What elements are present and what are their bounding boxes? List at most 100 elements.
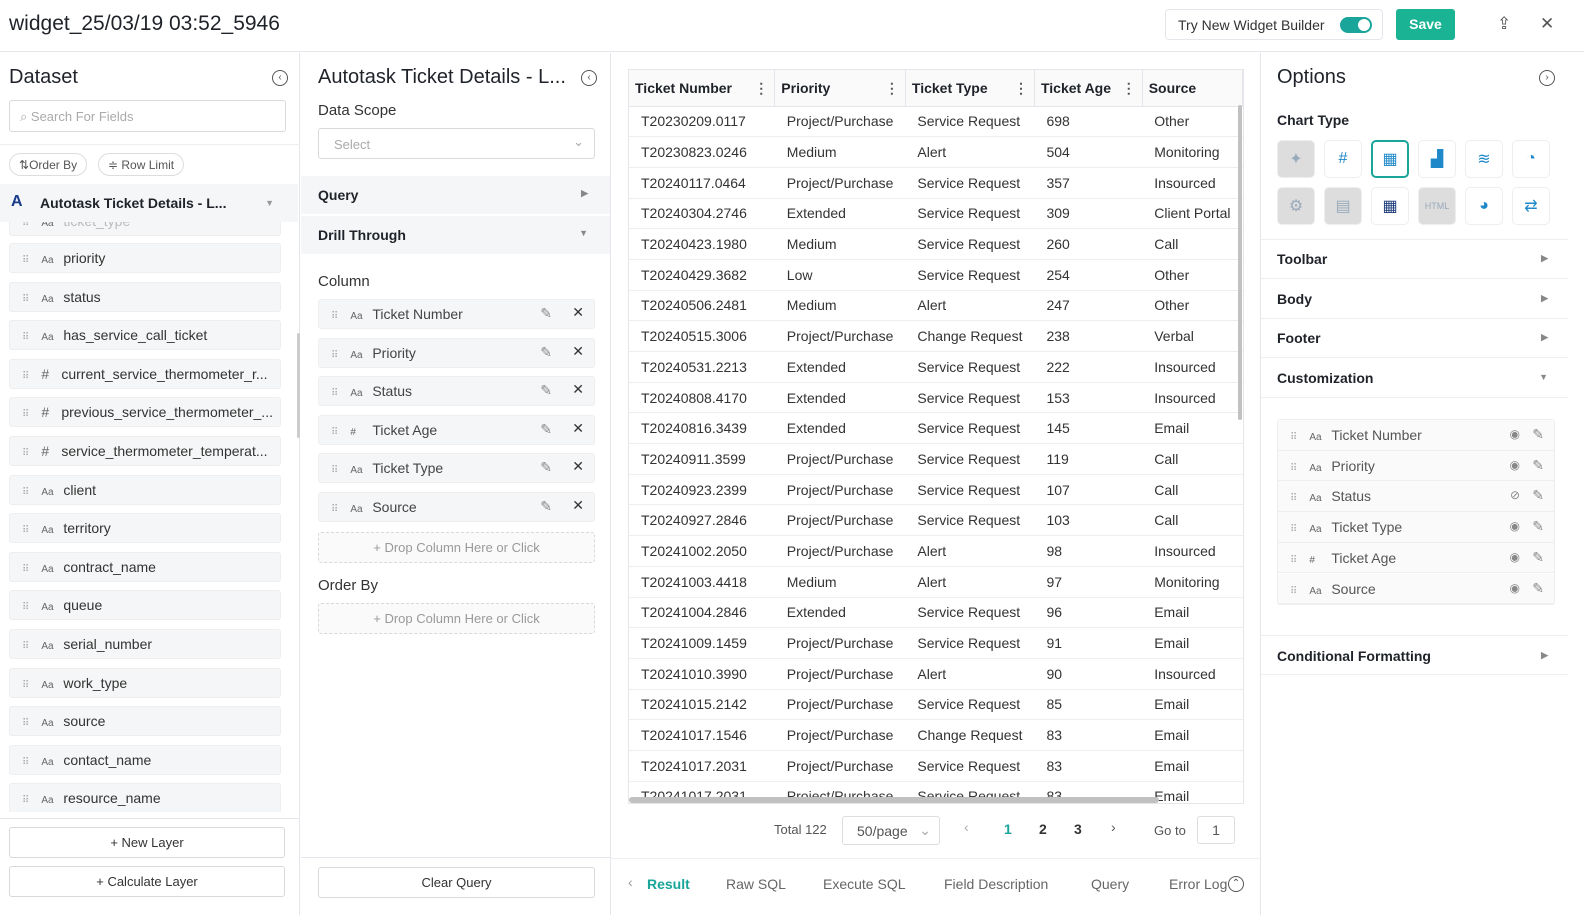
order-by-drop-zone[interactable]: + Drop Column Here or Click (318, 603, 595, 634)
column-drop-zone[interactable]: + Drop Column Here or Click (318, 532, 595, 563)
drag-handle-icon[interactable]: ⠿ (331, 350, 338, 361)
edit-icon[interactable]: ✎ (540, 459, 552, 476)
drag-handle-icon[interactable]: ⠿ (22, 602, 29, 613)
drag-handle-icon[interactable]: ⠿ (1290, 586, 1297, 597)
bar-chart-icon[interactable]: ▟ (1418, 140, 1456, 178)
conditional-formatting-section[interactable]: Conditional Formatting ▶ (1261, 635, 1568, 675)
field-item[interactable]: ⠿ Aa status (9, 281, 281, 312)
collapse-icon[interactable]: › (1539, 70, 1555, 86)
drag-handle-icon[interactable]: ⠿ (1290, 432, 1297, 443)
table-row[interactable]: T20230823.0246 Medium Alert 504 Monitoring (629, 136, 1243, 168)
table-row[interactable]: T20241017.2031Project/PurchaseService Re… (629, 750, 1243, 782)
drag-handle-icon[interactable]: ⠿ (1290, 555, 1297, 566)
field-item[interactable]: ⠿ Aa client (9, 474, 281, 505)
table-row[interactable]: T20240506.2481 Medium Alert 247 Other (629, 290, 1243, 322)
drag-handle-icon[interactable]: ⠿ (22, 757, 29, 768)
query-section[interactable]: Query ▶ (301, 176, 610, 214)
drag-handle-icon[interactable]: ⠿ (22, 525, 29, 536)
collapse-icon[interactable]: ‹ (581, 70, 597, 86)
eye-icon[interactable]: ◉ (1510, 458, 1520, 472)
edit-icon[interactable]: ✎ (540, 305, 552, 322)
edit-icon[interactable]: ✎ (540, 421, 552, 438)
table-row[interactable]: T20240515.3006 Project/Purchase Change Req… (629, 320, 1243, 352)
close-icon[interactable]: ✕ (1540, 14, 1554, 34)
tab-error-log[interactable]: Error Log (1169, 876, 1227, 892)
calculate-layer-button[interactable]: + Calculate Layer (9, 866, 285, 897)
eye-icon[interactable]: ◉ (1510, 581, 1520, 595)
table-row[interactable]: T20241015.2142 Project/Purchase Service Re… (629, 689, 1243, 721)
remove-icon[interactable]: ✕ (572, 304, 584, 321)
drag-handle-icon[interactable]: ⠿ (22, 448, 29, 459)
table-row[interactable]: T20241004.2846 Extended Service Request 96 E… (629, 597, 1243, 629)
column-item[interactable]: ⠿ # Ticket Age ✎ ✕ (318, 414, 595, 445)
edit-icon[interactable]: ✎ (1532, 518, 1544, 535)
column-item[interactable]: ⠿ Aa Ticket Number ✎ ✕ (318, 299, 595, 329)
new-layer-button[interactable]: + New Layer (9, 827, 285, 858)
edit-icon[interactable]: ✎ (1532, 487, 1544, 504)
section-customization[interactable]: Customization ▼ (1261, 358, 1568, 398)
drag-handle-icon[interactable]: ⠿ (331, 311, 338, 322)
table-row[interactable]: T20241002.2050 Project/Purchase Alert 98 Ins… (629, 535, 1243, 567)
ai-chart-icon[interactable]: ✦ (1277, 140, 1315, 178)
eye-off-icon[interactable]: ⊘ (1510, 488, 1520, 502)
table-row[interactable]: T20240808.4170 Extended Service Request 153… (629, 382, 1243, 414)
customization-item[interactable]: ⠿ Aa Status ⊘ ✎ (1278, 481, 1554, 512)
column-menu-icon[interactable]: ⋮ (1122, 80, 1136, 97)
field-item[interactable]: ⠿ # current_service_thermometer_r... (9, 358, 281, 389)
drag-handle-icon[interactable]: ⠿ (22, 564, 29, 575)
field-item[interactable]: ⠿ Aa priority (9, 243, 281, 273)
eye-icon[interactable]: ◉ (1510, 427, 1520, 441)
drag-handle-icon[interactable]: ⠿ (22, 487, 29, 498)
section-body[interactable]: Body ▶ (1261, 279, 1568, 319)
edit-icon[interactable]: ✎ (1532, 457, 1544, 474)
customization-item[interactable]: ⠿ Aa Ticket Type ◉ ✎ (1278, 512, 1554, 543)
field-item[interactable]: ⠿ Aa contract_name (9, 551, 281, 582)
edit-icon[interactable]: ✎ (1532, 549, 1544, 566)
field-item[interactable]: ⠿Aaticket_type (9, 222, 281, 236)
field-item[interactable]: ⠿ # service_thermometer_temperat... (9, 436, 281, 466)
table-row[interactable]: T20240816.3439 Extended Service Request 145… (629, 412, 1243, 445)
tab-field-description[interactable]: Field Description (944, 876, 1048, 892)
remove-icon[interactable]: ✕ (572, 458, 584, 475)
section-toolbar[interactable]: Toolbar ▶ (1261, 239, 1568, 279)
remove-icon[interactable]: ✕ (572, 381, 584, 398)
drill-through-section[interactable]: Drill Through ▼ (301, 216, 610, 254)
table-row[interactable]: T20240923.2399 Project/Purchase Service Re… (629, 474, 1243, 506)
collapse-icon[interactable]: ‹ (272, 70, 288, 86)
heatmap-icon[interactable]: ▦ (1371, 187, 1409, 225)
tab-result[interactable]: Result (647, 876, 690, 892)
drag-handle-icon[interactable]: ⠿ (22, 409, 29, 420)
column-menu-icon[interactable]: ⋮ (754, 80, 768, 97)
table-row[interactable]: T20241003.4418 Medium Alert 97 Monitoring (629, 566, 1243, 598)
try-new-widget-builder[interactable]: Try New Widget Builder (1165, 9, 1383, 40)
table-row[interactable]: T20240423.1980 Medium Service Request 260 Ca… (629, 228, 1243, 260)
table-chart-icon[interactable]: ▦ (1371, 140, 1409, 178)
row-limit-button[interactable]: ≑ Row Limit (98, 153, 185, 176)
drag-handle-icon[interactable]: ⠿ (1290, 493, 1297, 504)
document-icon[interactable]: ▤ (1324, 187, 1362, 225)
drag-handle-icon[interactable]: ⠿ (22, 294, 29, 305)
edit-icon[interactable]: ✎ (1532, 426, 1544, 443)
drag-handle-icon[interactable]: ⠿ (331, 388, 338, 399)
drag-handle-icon[interactable]: ⠿ (1290, 463, 1297, 474)
table-row[interactable]: T20241017.1546 Project/Purchase Change Req… (629, 719, 1243, 751)
share-icon[interactable]: ⇪ (1497, 14, 1511, 34)
drag-handle-icon[interactable]: ⠿ (22, 371, 29, 382)
drag-handle-icon[interactable]: ⠿ (22, 718, 29, 729)
vertical-scrollbar[interactable] (1238, 105, 1242, 420)
column-menu-icon[interactable]: ⋮ (885, 80, 899, 97)
customization-item[interactable]: ⠿ Aa Source ◉ ✎ (1278, 573, 1554, 604)
layout-switch-icon[interactable]: ⇄ (1512, 187, 1550, 225)
next-page-icon[interactable]: › (1111, 819, 1116, 835)
column-header[interactable]: Ticket Age ⋮ (1034, 70, 1143, 107)
pie-chart-icon[interactable]: ◕ (1465, 187, 1503, 225)
number-card-icon[interactable]: # (1324, 140, 1362, 178)
expand-icon[interactable]: ⌃ (1228, 876, 1244, 892)
tabs-scroll-left-icon[interactable]: ‹ (628, 874, 633, 890)
tab-raw-sql[interactable]: Raw SQL (726, 876, 786, 892)
customization-item[interactable]: ⠿ # Ticket Age ◉ ✎ (1278, 542, 1554, 574)
search-input[interactable]: ⌕ Search For Fields (9, 100, 286, 132)
gauge-chart-icon[interactable]: ◔ (1512, 140, 1550, 178)
page-3[interactable]: 3 (1074, 821, 1082, 837)
drag-handle-icon[interactable]: ⠿ (331, 427, 338, 438)
